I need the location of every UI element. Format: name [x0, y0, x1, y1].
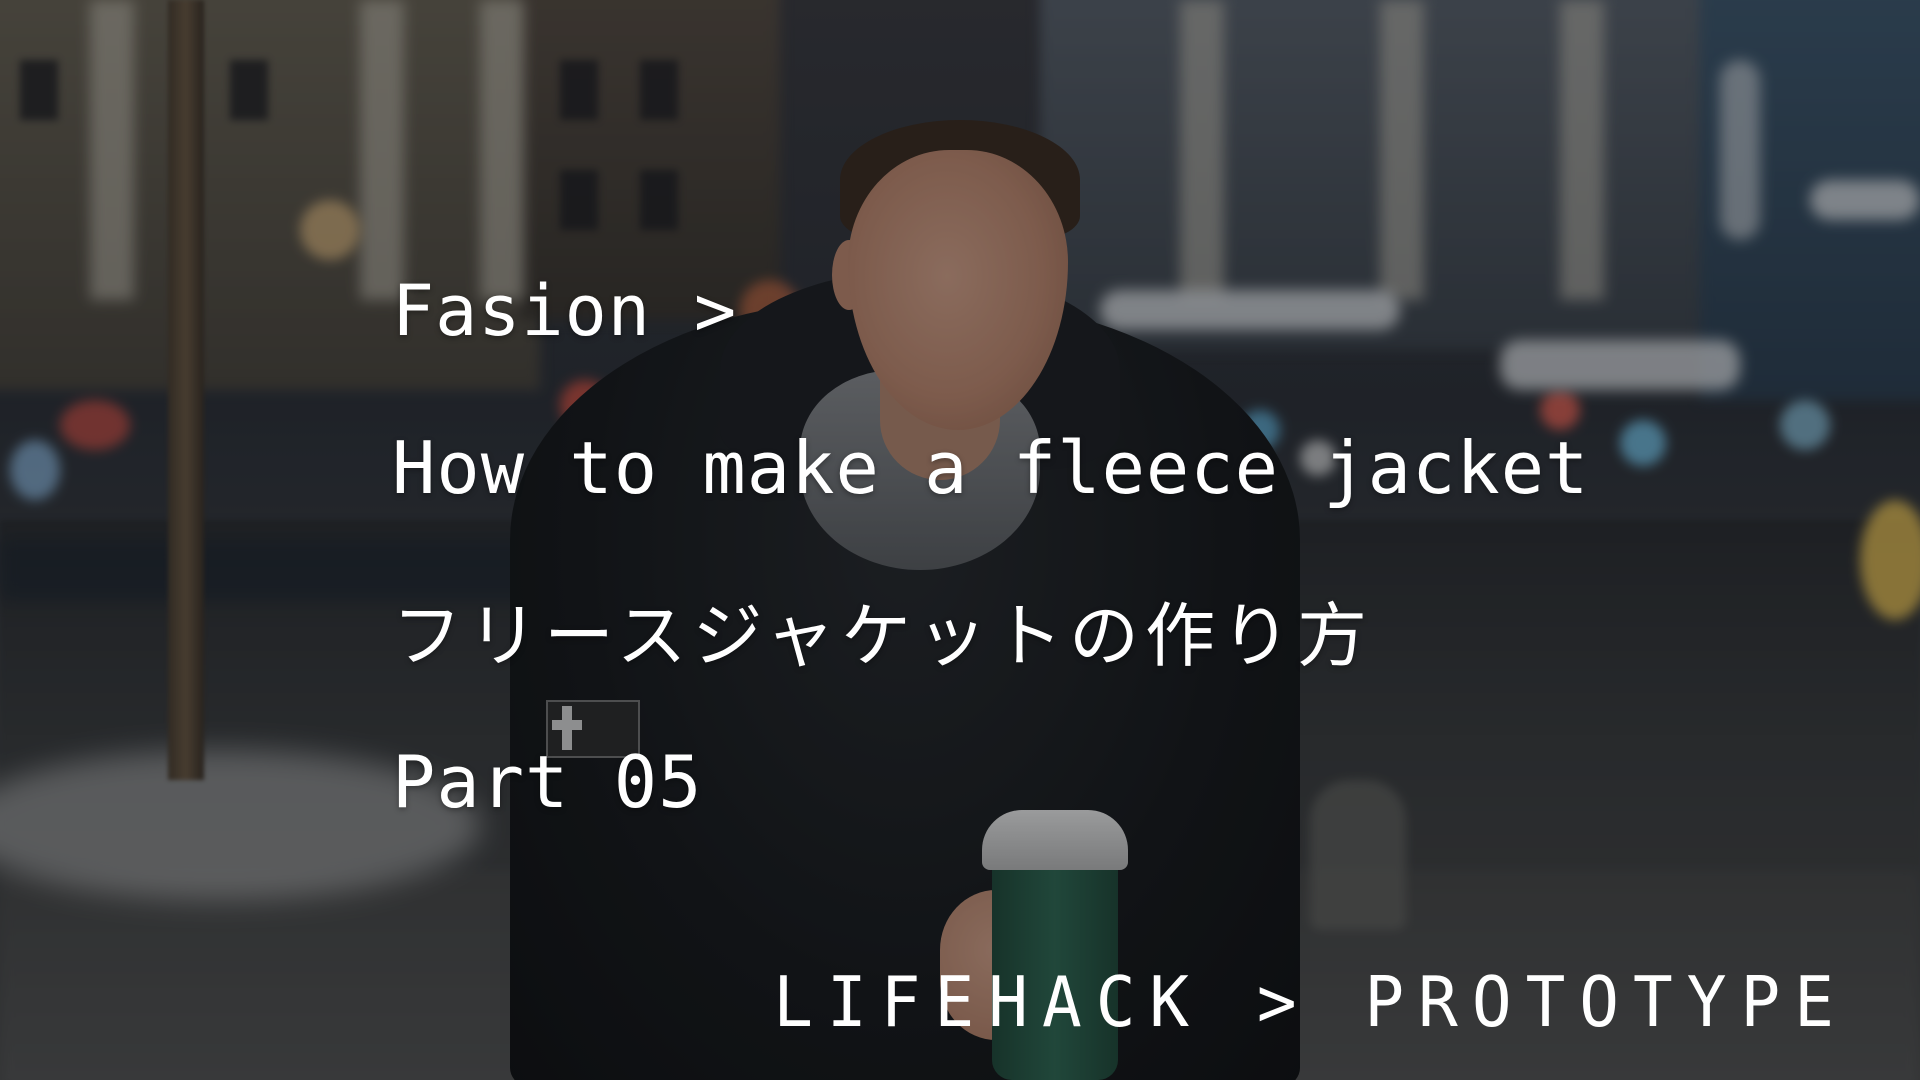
title-card: Fasion > How to make a fleece jacket フリー… [0, 0, 1920, 1080]
dark-overlay [0, 0, 1920, 1080]
title-english: How to make a fleece jacket [392, 426, 1590, 510]
title-japanese: フリースジャケットの作り方 [392, 595, 1373, 677]
brand-label: LIFEHACK > PROTOTYPE [773, 962, 1848, 1043]
category-breadcrumb: Fasion > [392, 270, 738, 352]
part-number: Part 05 [392, 740, 703, 824]
